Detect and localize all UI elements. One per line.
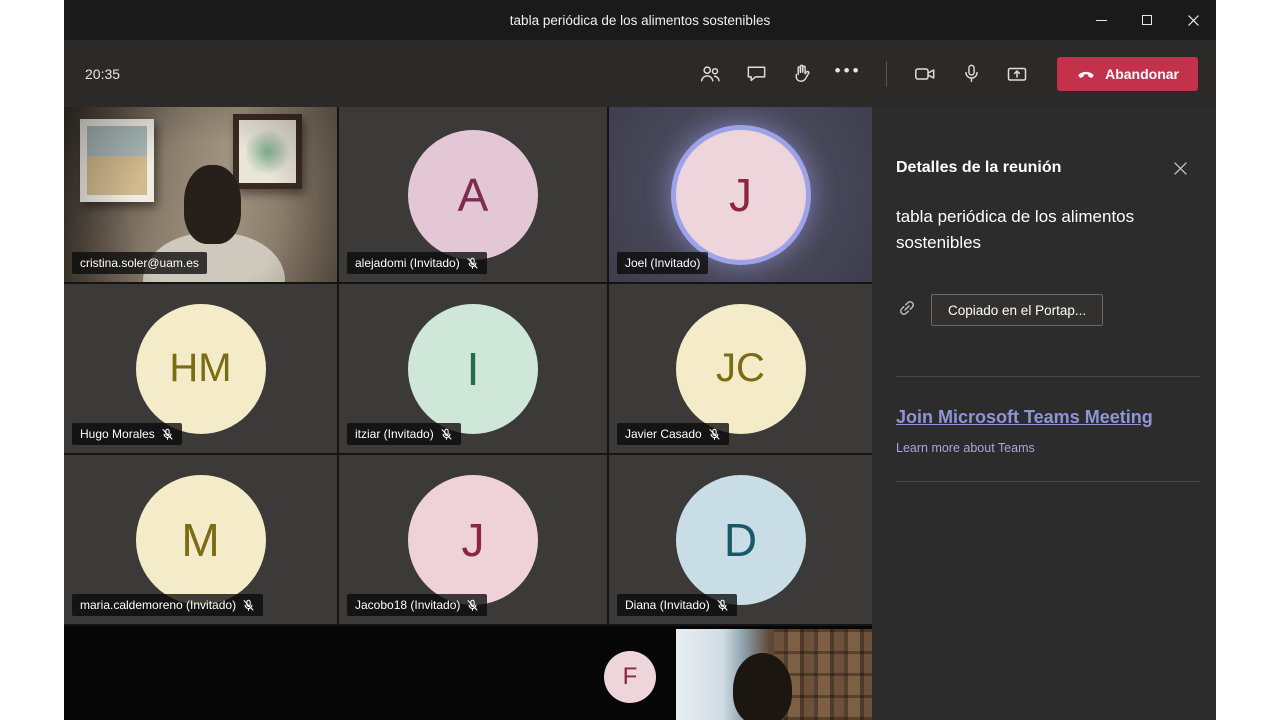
desktop: tabla periódica de los alimentos sosteni… [0,0,1280,720]
teams-meeting-window: tabla periódica de los alimentos sosteni… [64,0,1216,720]
copy-link-row: Copiado en el Portap... [896,294,1200,326]
participant-name: Jacobo18 (Invitado) [355,598,460,612]
close-button[interactable] [1170,0,1216,40]
meeting-title: tabla periódica de los alimentos sosteni… [896,204,1198,256]
maximize-button[interactable] [1124,0,1170,40]
mic-off-icon [466,257,479,270]
participant-tile[interactable]: Iitziar (Invitado) [339,284,607,453]
participant-name: cristina.soler@uam.es [80,256,199,270]
participant-name: Joel (Invitado) [625,256,700,270]
leave-button[interactable]: Abandonar [1057,57,1198,91]
raise-hand-button[interactable] [779,51,825,97]
person-silhouette [733,653,792,720]
link-icon [896,297,918,324]
participant-tile[interactable]: Aalejadomi (Invitado) [339,107,607,282]
participant-name: itziar (Invitado) [355,427,434,441]
participant-name: Javier Casado [625,427,702,441]
leave-button-label: Abandonar [1105,66,1179,82]
self-video-feed [676,629,872,720]
self-view-tile[interactable] [676,629,872,720]
participant-name: Hugo Morales [80,427,155,441]
participant-avatar: JC [676,304,806,434]
participant-tile[interactable]: DDiana (Invitado) [609,455,872,624]
participant-avatar: M [136,475,266,605]
close-icon [1188,15,1199,26]
participants-icon [698,62,722,86]
mic-off-icon [466,599,479,612]
participant-name-tag: Javier Casado [617,423,729,445]
more-options-button[interactable]: ••• [825,51,871,97]
picture-frame [80,119,154,201]
participant-avatar-partial[interactable]: F [604,651,656,703]
chat-icon [745,62,768,85]
next-row-partial: F [64,626,872,720]
participant-name-tag: cristina.soler@uam.es [72,252,207,274]
mic-icon [960,62,983,85]
window-controls [1078,0,1216,40]
meeting-toolbar: 20:35 [64,40,1216,107]
meeting-details-panel: Detalles de la reunión tabla periódica d… [872,107,1216,720]
join-meeting-link[interactable]: Join Microsoft Teams Meeting [896,407,1153,428]
participant-avatar: J [408,475,538,605]
minimize-icon [1096,20,1107,21]
more-options-icon: ••• [835,62,862,85]
panel-header: Detalles de la reunión [896,154,1200,182]
meeting-timer: 20:35 [85,66,120,82]
mic-button[interactable] [948,51,994,97]
participant-name-tag: itziar (Invitado) [347,423,461,445]
participant-grid: cristina.soler@uam.es Aalejadomi (Invitad… [64,107,872,720]
mic-off-icon [161,428,174,441]
participant-tile[interactable]: JCJavier Casado [609,284,872,453]
chat-button[interactable] [733,51,779,97]
hang-up-icon [1076,64,1096,84]
titlebar: tabla periódica de los alimentos sosteni… [64,0,1216,40]
panel-divider [896,376,1200,377]
participant-name-tag: Hugo Morales [72,423,182,445]
mic-off-icon [440,428,453,441]
participant-avatar: J [676,130,806,260]
mic-off-icon [708,428,721,441]
participant-avatar: HM [136,304,266,434]
mic-off-icon [242,599,255,612]
learn-more-link[interactable]: Learn more about Teams [896,441,1200,455]
participant-avatar: I [408,304,538,434]
participant-name-tag: Diana (Invitado) [617,594,737,616]
participant-name: maria.caldemoreno (Invitado) [80,598,236,612]
participant-tile[interactable]: JJoel (Invitado) [609,107,872,282]
copy-link-button[interactable]: Copiado en el Portap... [931,294,1103,326]
participant-name-tag: Joel (Invitado) [617,252,708,274]
camera-icon [913,62,937,86]
share-screen-button[interactable] [994,51,1040,97]
participant-name-tag: maria.caldemoreno (Invitado) [72,594,263,616]
participant-avatar: A [408,130,538,260]
participant-tile[interactable]: HMHugo Morales [64,284,337,453]
mic-off-icon [716,599,729,612]
participant-name: alejadomi (Invitado) [355,256,460,270]
picture-frame [233,114,301,189]
participant-tile[interactable]: JJacobo18 (Invitado) [339,455,607,624]
participant-name-tag: alejadomi (Invitado) [347,252,487,274]
minimize-button[interactable] [1078,0,1124,40]
participants-button[interactable] [687,51,733,97]
participant-name-tag: Jacobo18 (Invitado) [347,594,487,616]
camera-button[interactable] [902,51,948,97]
panel-title: Detalles de la reunión [896,159,1061,177]
share-screen-icon [1005,62,1029,86]
participant-tile[interactable]: cristina.soler@uam.es [64,107,337,282]
panel-close-icon [1174,162,1187,175]
meeting-main: cristina.soler@uam.es Aalejadomi (Invitad… [64,107,1216,720]
maximize-icon [1142,15,1152,25]
panel-divider [896,481,1200,482]
window-title: tabla periódica de los alimentos sosteni… [202,13,1078,28]
participant-tile[interactable]: Mmaria.caldemoreno (Invitado) [64,455,337,624]
raise-hand-icon [791,62,814,85]
person-head-silhouette [184,165,241,244]
toolbar-divider [886,61,887,87]
participant-name: Diana (Invitado) [625,598,710,612]
panel-close-button[interactable] [1166,154,1194,182]
participant-avatar: D [676,475,806,605]
